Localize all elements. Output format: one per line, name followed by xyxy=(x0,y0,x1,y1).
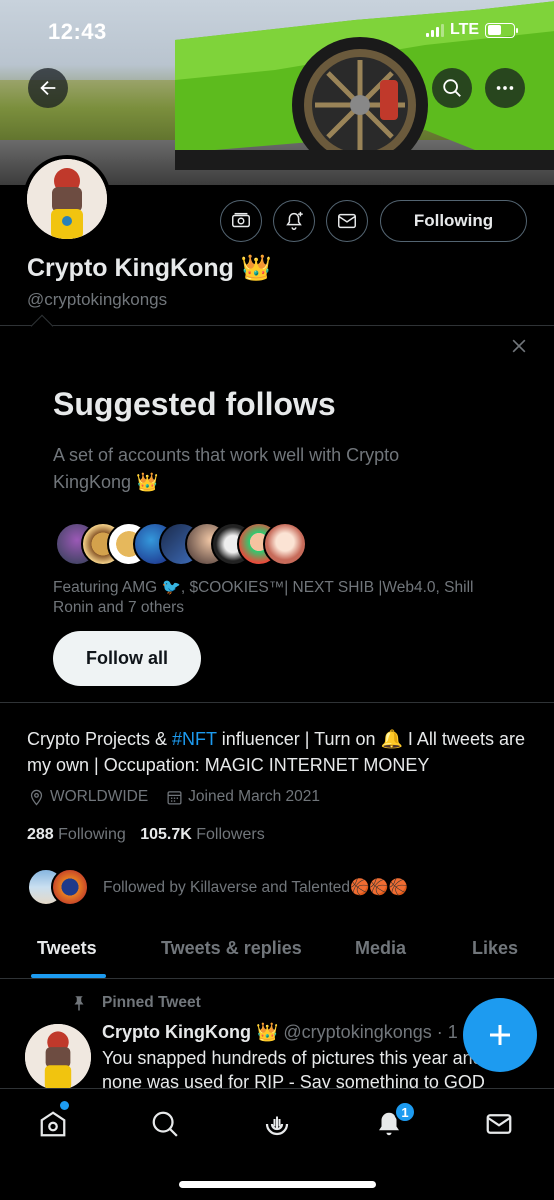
location-icon xyxy=(30,789,43,806)
bio-hashtag-link[interactable]: #NFT xyxy=(172,729,217,749)
following-count: 288 xyxy=(27,826,54,843)
compose-plus-icon xyxy=(490,1025,510,1045)
nav-messages[interactable] xyxy=(482,1107,516,1141)
followers-count-label: Followers xyxy=(196,826,265,843)
mail-icon xyxy=(486,1114,512,1134)
tweet-author: Crypto KingKong 👑 xyxy=(102,1022,279,1042)
divider xyxy=(0,702,554,703)
profile-meta: WORLDWIDE Joined March 2021 xyxy=(28,788,320,806)
search-button[interactable] xyxy=(432,68,472,108)
notify-bell-icon xyxy=(286,211,303,230)
status-network: LTE xyxy=(426,21,519,39)
back-button[interactable] xyxy=(28,68,68,108)
tab-media[interactable]: Media xyxy=(355,938,406,959)
message-icon xyxy=(338,213,356,229)
tip-button[interactable] xyxy=(220,200,262,242)
tweet-avatar[interactable] xyxy=(25,1024,91,1090)
profile-tabs: Tweets Tweets & replies Media Likes xyxy=(0,928,554,978)
followers-count-link[interactable]: 105.7K Followers xyxy=(140,826,265,843)
pinned-label-row: Pinned Tweet xyxy=(70,994,201,1012)
avatar-image xyxy=(27,159,107,239)
nav-search[interactable] xyxy=(148,1107,182,1141)
compose-tweet-button[interactable] xyxy=(463,998,537,1072)
suggested-featuring: Featuring AMG 🐦, $COOKIES™| NEXT SHIB |W… xyxy=(53,579,474,616)
search-icon xyxy=(443,79,461,97)
followed-by-row[interactable]: Followed by Killaverse and Talented🏀🏀🏀 xyxy=(27,868,408,906)
tweet-header[interactable]: Crypto KingKong 👑 @cryptokingkongs · 1 xyxy=(102,1022,458,1043)
message-button[interactable] xyxy=(326,200,368,242)
pinned-label: Pinned Tweet xyxy=(102,994,201,1011)
close-icon[interactable] xyxy=(509,336,529,356)
followed-by-avatar xyxy=(51,868,89,906)
bio-text: Crypto Projects & xyxy=(27,729,173,749)
back-arrow-icon xyxy=(40,80,56,96)
more-icon xyxy=(496,86,514,90)
pin-icon xyxy=(74,996,84,1011)
followers-count: 105.7K xyxy=(140,826,192,843)
status-bar: 12:43 LTE xyxy=(0,0,554,60)
tweet-text[interactable]: You snapped hundreds of pictures this ye… xyxy=(102,1046,522,1090)
tab-likes[interactable]: Likes xyxy=(472,938,518,959)
search-icon xyxy=(152,1111,178,1137)
following-count-label: Following xyxy=(58,826,126,843)
tab-tweets[interactable]: Tweets xyxy=(37,938,97,959)
notify-button[interactable] xyxy=(273,200,315,242)
followed-by-text: Followed by Killaverse and Talented🏀🏀🏀 xyxy=(103,878,408,896)
status-time: 12:43 xyxy=(48,19,107,44)
network-label: LTE xyxy=(450,21,480,38)
calendar-icon xyxy=(167,790,182,805)
suggested-title: Suggested follows xyxy=(53,386,336,422)
suggested-avatar xyxy=(263,522,307,566)
divider xyxy=(0,978,554,979)
tweet-avatar-image xyxy=(25,1024,91,1090)
joined-text: Joined March 2021 xyxy=(188,788,321,805)
location-text: WORLDWIDE xyxy=(50,788,149,805)
signal-icon xyxy=(426,23,444,37)
battery-icon xyxy=(485,22,519,38)
following-count-link[interactable]: 288 Following xyxy=(27,826,126,843)
suggested-avatars[interactable] xyxy=(55,522,307,566)
more-button[interactable] xyxy=(485,68,525,108)
profile-handle: @cryptokingkongs xyxy=(27,290,168,309)
home-new-dot xyxy=(60,1101,69,1110)
home-indicator xyxy=(179,1181,376,1188)
suggested-description: A set of accounts that work well with Cr… xyxy=(53,445,400,492)
home-icon xyxy=(40,1111,66,1137)
follow-counts: 288 Following 105.7K Followers xyxy=(27,826,265,844)
tab-tweets-replies[interactable]: Tweets & replies xyxy=(161,938,302,959)
notifications-badge: 1 xyxy=(394,1101,416,1123)
following-button[interactable]: Following xyxy=(380,200,527,242)
profile-avatar[interactable] xyxy=(23,155,111,243)
tip-icon xyxy=(232,212,250,228)
follow-all-button[interactable]: Follow all xyxy=(53,631,201,686)
nav-home[interactable] xyxy=(36,1107,70,1141)
tweet-handle-time: @cryptokingkongs · 1 xyxy=(283,1022,458,1042)
spaces-icon xyxy=(265,1116,289,1136)
battery-level xyxy=(487,25,502,35)
profile-name: Crypto KingKong 👑 xyxy=(27,254,272,282)
nav-spaces[interactable] xyxy=(260,1107,294,1141)
profile-bio: Crypto Projects & #NFT influencer | Turn… xyxy=(27,726,532,778)
